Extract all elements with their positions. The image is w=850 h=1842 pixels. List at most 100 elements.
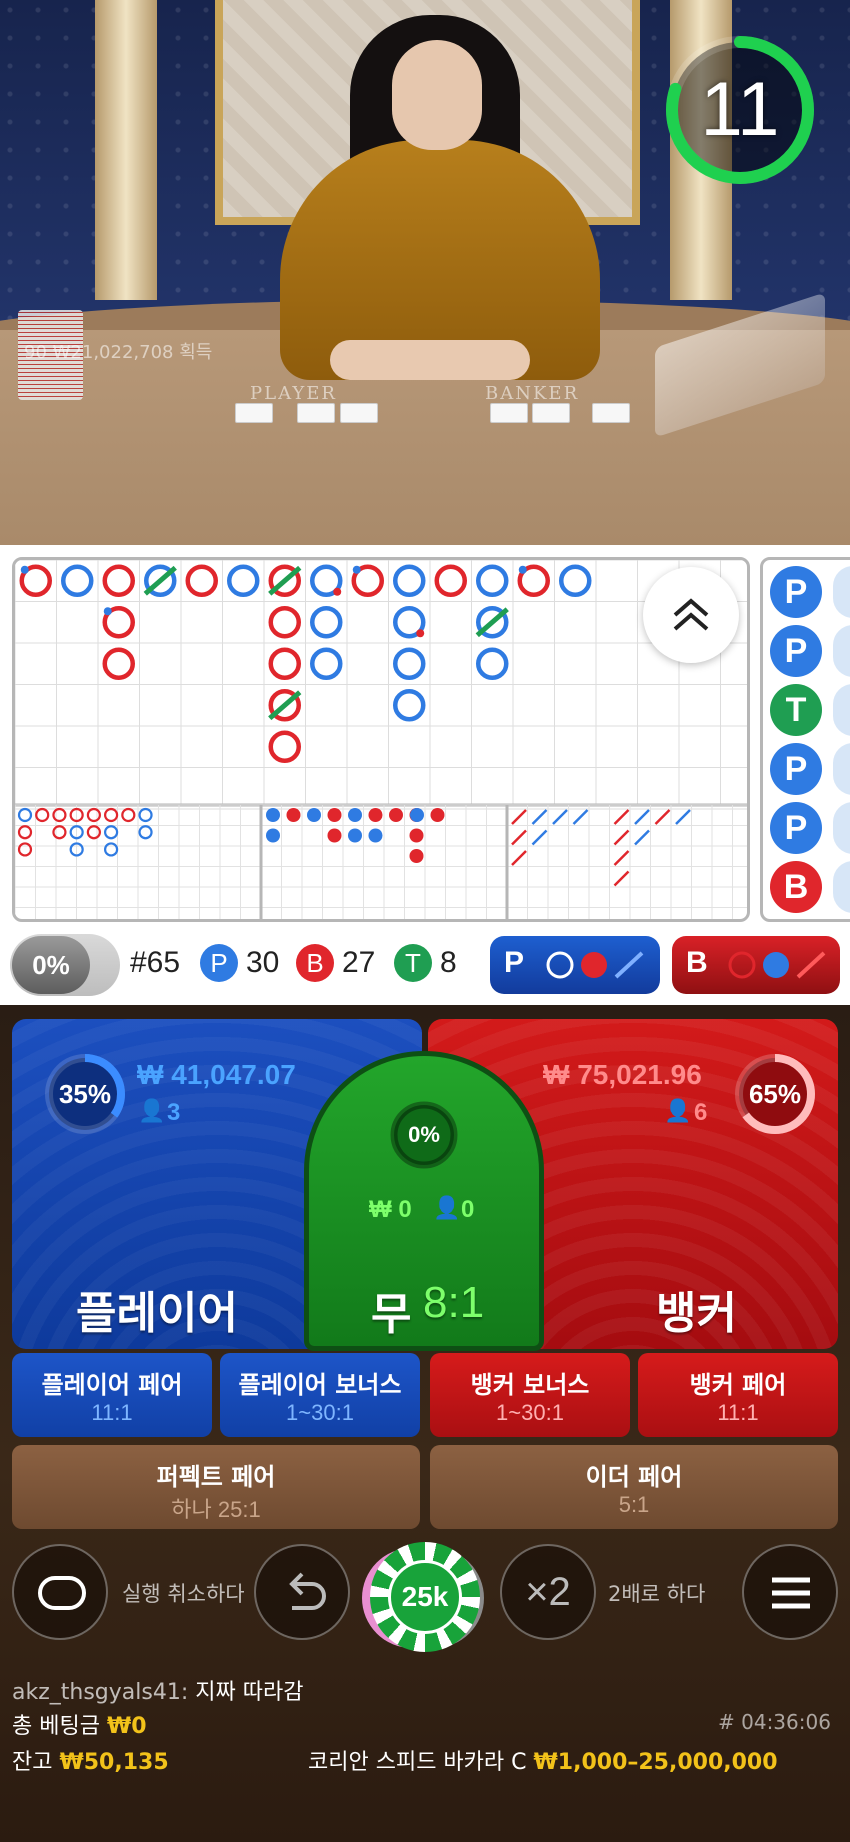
- cockroach-mark: [613, 809, 630, 825]
- game-round-id: # 04:36:06: [718, 1710, 831, 1734]
- total-bet: 총 베팅금 ₩0: [12, 1708, 147, 1740]
- small-road-mark: [307, 808, 321, 822]
- tie-label: 무: [371, 1289, 412, 1340]
- countdown-timer: 11: [662, 32, 818, 188]
- chevron-up-icon: [673, 598, 709, 631]
- double-icon: ×2: [525, 1570, 571, 1614]
- side-bet-odds: 11:1: [717, 1400, 759, 1425]
- felt-player-label: PLAYER: [250, 383, 337, 404]
- big-eye-mark: [103, 807, 119, 823]
- side-bet-name: 뱅커 보너스: [470, 1371, 590, 1399]
- side-bet-name: 퍼펙트 페어: [156, 1463, 276, 1491]
- chat-button[interactable]: [12, 1544, 108, 1640]
- banker-percent-ring: 65%: [730, 1049, 820, 1139]
- big-road-player: [559, 564, 592, 597]
- side-bet-odds: 1~30:1: [286, 1400, 354, 1425]
- percent-toggle[interactable]: 0%: [10, 934, 120, 996]
- collapse-roadmap-button[interactable]: [643, 567, 739, 663]
- chat-line: akz_thsgyals41: 지짜 따라감: [12, 1674, 303, 1706]
- menu-button[interactable]: [742, 1544, 838, 1640]
- bet-either-pair[interactable]: 이더 페어 5:1: [430, 1445, 838, 1529]
- small-road-mark: [368, 828, 383, 843]
- bet-player-bonus[interactable]: 플레이어 보너스 1~30:1: [220, 1353, 420, 1437]
- side-bet-odds: 하나 25:1: [171, 1497, 261, 1522]
- bead-road-chip: [833, 743, 850, 795]
- total-bet-label: 총 베팅금: [12, 1714, 100, 1739]
- bet-perfect-pair[interactable]: 퍼펙트 페어 하나 25:1: [12, 1445, 420, 1529]
- big-road-player: [393, 564, 426, 597]
- player-count-badge: P: [200, 944, 238, 982]
- player-percent: 35%: [58, 1079, 112, 1109]
- big-eye-mark: [52, 807, 67, 823]
- person-icon: 👤: [664, 1099, 692, 1124]
- predict-player-button[interactable]: P: [490, 936, 660, 994]
- big-eye-mark: [86, 825, 101, 840]
- timer-seconds: 11: [700, 67, 780, 152]
- bet-spot-tie[interactable]: 0% ₩ 0 👤 0 무 8:1: [304, 1051, 544, 1351]
- balance-label: 잔고: [12, 1750, 53, 1775]
- big-eye-mark: [103, 842, 119, 857]
- player-card: [340, 403, 378, 423]
- player-count: 30: [246, 946, 280, 979]
- big-road-banker: [102, 564, 135, 597]
- chip-value: 25k: [388, 1560, 462, 1634]
- big-road-player: [61, 564, 94, 597]
- banker-card: [592, 403, 630, 423]
- big-road-player: [393, 647, 426, 680]
- chip-selector[interactable]: 25k: [370, 1542, 480, 1652]
- small-road-mark: [410, 808, 424, 822]
- percent-toggle-label: 0%: [12, 936, 90, 994]
- bead-road-chip: [833, 566, 850, 618]
- roadmap-stats: 0% #65 P 30 B 27 T 8 P B: [0, 928, 850, 1004]
- big-eye-mark: [52, 825, 67, 840]
- big-eye-mark: [17, 842, 33, 857]
- cockroach-mark: [552, 809, 568, 825]
- winnings-overlay: 90 ₩21,022,708 획득: [24, 342, 213, 363]
- balance-value: ₩50,135: [59, 1750, 169, 1775]
- tie-percent: 0%: [408, 1122, 440, 1147]
- cockroach-mark: [613, 829, 630, 846]
- banker-total-amount: ₩ 75,021.96: [543, 1059, 702, 1090]
- big-road-banker: [102, 647, 135, 680]
- video-pillar-left: [95, 0, 157, 300]
- big-road-player: [476, 647, 509, 680]
- double-button[interactable]: ×2: [500, 1544, 596, 1640]
- pair-dot: [518, 565, 527, 574]
- cockroach-mark: [511, 809, 527, 825]
- bet-banker-pair[interactable]: 뱅커 페어 11:1: [638, 1353, 838, 1437]
- pair-dot: [20, 565, 29, 574]
- side-bet-odds: 5:1: [618, 1492, 650, 1517]
- tie-percent-ring: 0%: [379, 1090, 469, 1180]
- small-road-mark: [389, 808, 403, 822]
- pair-dot: [103, 607, 112, 616]
- banker-percent: 65%: [748, 1079, 802, 1109]
- bead-road-chip: [833, 684, 850, 736]
- banker-card: [532, 403, 570, 423]
- banker-card: [490, 403, 528, 423]
- bead-road-chip: P: [770, 625, 822, 677]
- big-road-banker: [434, 564, 467, 597]
- side-bet-odds: 11:1: [91, 1400, 133, 1425]
- cockroach-mark: [675, 809, 691, 825]
- cockroach-mark: [531, 809, 548, 825]
- pair-dot: [352, 565, 361, 574]
- player-card: [297, 403, 335, 423]
- side-bet-name: 뱅커 페어: [689, 1371, 787, 1399]
- bet-banker-bonus[interactable]: 뱅커 보너스 1~30:1: [430, 1353, 630, 1437]
- undo-button[interactable]: [254, 1544, 350, 1640]
- banker-count: 27: [342, 946, 376, 979]
- big-eye-mark: [138, 825, 153, 840]
- predict-banker-button[interactable]: B: [672, 936, 840, 994]
- big-eye-mark: [17, 807, 33, 823]
- small-road-mark: [327, 808, 342, 822]
- table-limits: ₩1,000–25,000,000: [533, 1750, 778, 1775]
- big-eye-mark: [103, 825, 119, 840]
- small-road-mark: [348, 828, 362, 843]
- big-eye-mark: [121, 807, 136, 823]
- total-bet-value: ₩0: [106, 1714, 147, 1739]
- side-bet-odds: 1~30:1: [496, 1400, 564, 1425]
- bet-player-pair[interactable]: 플레이어 페어 11:1: [12, 1353, 212, 1437]
- player-bettor-count: 3: [167, 1099, 181, 1126]
- roadmap-grid: [15, 560, 747, 919]
- big-road-player: [227, 564, 260, 597]
